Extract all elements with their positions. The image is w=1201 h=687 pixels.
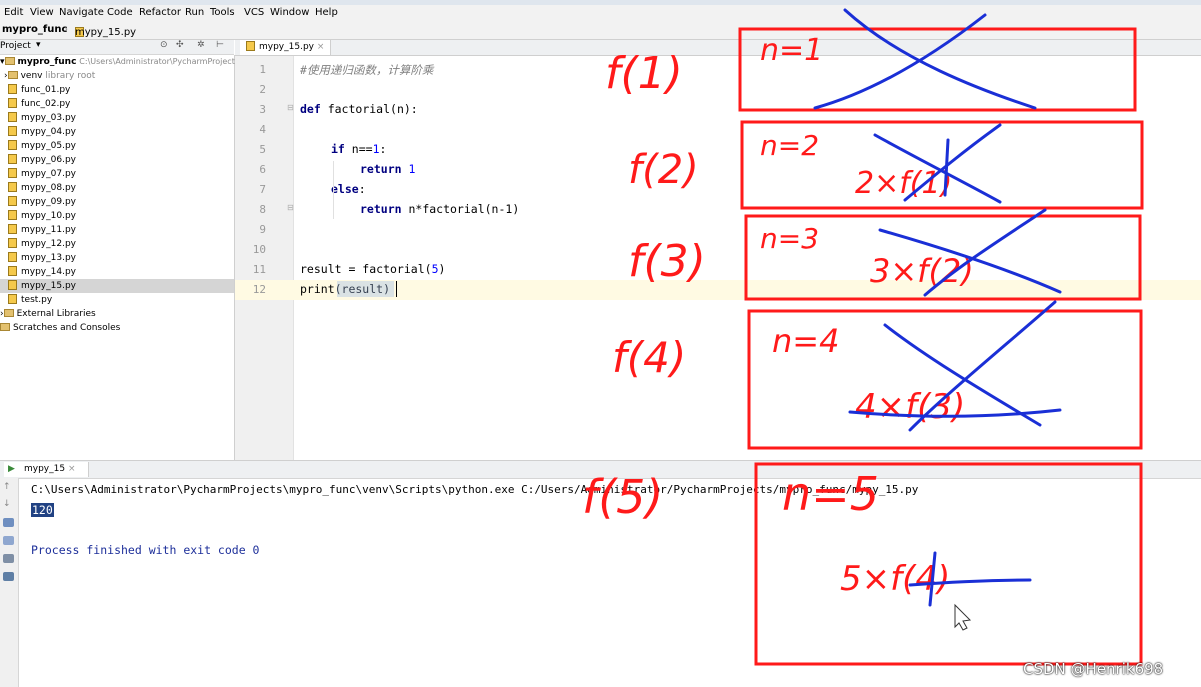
label-n3: n=3 xyxy=(760,222,819,255)
label-n5: n=5 xyxy=(782,467,879,521)
label-expr-3: 3×f(2) xyxy=(870,252,974,290)
label-f5: f(5) xyxy=(582,470,663,524)
label-n2: n=2 xyxy=(760,129,819,162)
label-n1: n=1 xyxy=(760,33,823,68)
label-f4: f(4) xyxy=(612,333,686,382)
label-f2: f(2) xyxy=(628,147,699,193)
mouse-pointer-icon xyxy=(954,603,972,631)
label-f1: f(1) xyxy=(605,48,683,99)
cross-stroke xyxy=(843,8,1037,110)
handwritten-annotations: f(1) f(2) f(3) f(4) f(5) n=1 n=2 n=3 n=4… xyxy=(582,8,1144,666)
label-n4: n=4 xyxy=(772,322,839,360)
label-f3: f(3) xyxy=(628,236,706,287)
cross-stroke xyxy=(908,300,1057,432)
watermark: CSDN @Henrik698 xyxy=(1023,660,1164,678)
cross-stroke xyxy=(903,123,1002,202)
